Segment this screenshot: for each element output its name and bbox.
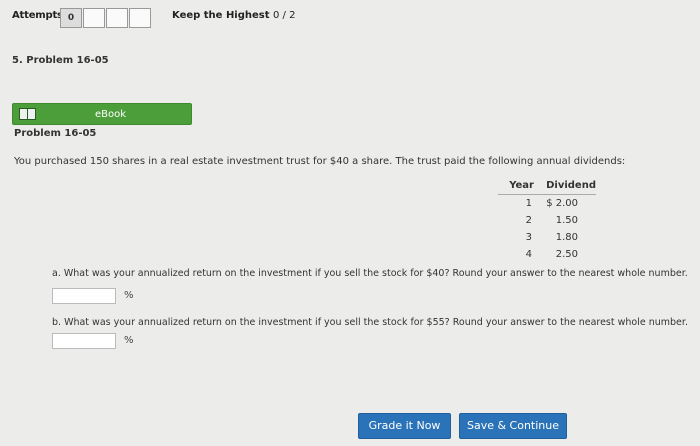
question-b-text: b. What was your annualized return on th…	[52, 317, 688, 328]
answer-b-unit: %	[124, 335, 134, 346]
answer-b-input[interactable]	[52, 333, 116, 349]
question-a-text: a. What was your annualized return on th…	[52, 268, 688, 279]
ebook-label: eBook	[95, 109, 127, 120]
answer-a-input[interactable]	[52, 288, 116, 304]
attempts-bar: Attempts 0 Keep the Highest 0 / 2	[0, 0, 700, 40]
attempt-count-box: 0	[60, 8, 82, 28]
year-cell: 3	[525, 231, 532, 243]
attempt-box	[83, 8, 105, 28]
table-header-row: Year Dividend	[498, 180, 596, 195]
table-row: 1 $ 2.00	[498, 195, 596, 212]
table-row: 4 2.50	[498, 246, 596, 263]
keep-highest-text: Keep the Highest	[172, 10, 270, 21]
dividend-cell: 1.80	[555, 231, 578, 243]
grade-it-now-button[interactable]: Grade it Now	[358, 413, 451, 439]
attempts-label: Attempts	[12, 10, 63, 21]
problem-text: You purchased 150 shares in a real estat…	[14, 156, 626, 167]
problem-heading: 5. Problem 16-05	[12, 55, 109, 66]
keep-highest-label: Keep the Highest 0 / 2	[172, 10, 295, 21]
dividend-cell: 2.50	[555, 248, 578, 260]
dividend-cell: 1.50	[555, 214, 578, 226]
year-cell: 2	[525, 214, 532, 226]
answer-a-unit: %	[124, 290, 134, 301]
year-cell: 4	[525, 248, 532, 260]
attempt-score: 0 / 2	[273, 10, 296, 21]
year-header: Year	[498, 180, 534, 195]
save-continue-button[interactable]: Save & Continue	[459, 413, 567, 439]
year-cell: 1	[525, 197, 532, 209]
attempt-box	[129, 8, 151, 28]
problem-title: Problem 16-05	[14, 128, 97, 139]
ebook-button[interactable]: eBook	[12, 103, 192, 125]
dividend-header: Dividend	[534, 180, 596, 195]
attempt-box	[106, 8, 128, 28]
book-icon	[19, 108, 36, 120]
table-row: 2 1.50	[498, 212, 596, 229]
dividend-cell: $ 2.00	[546, 197, 578, 209]
dividend-table: Year Dividend 1 $ 2.00 2 1.50 3 1.80 4 2…	[498, 180, 596, 263]
table-row: 3 1.80	[498, 229, 596, 246]
